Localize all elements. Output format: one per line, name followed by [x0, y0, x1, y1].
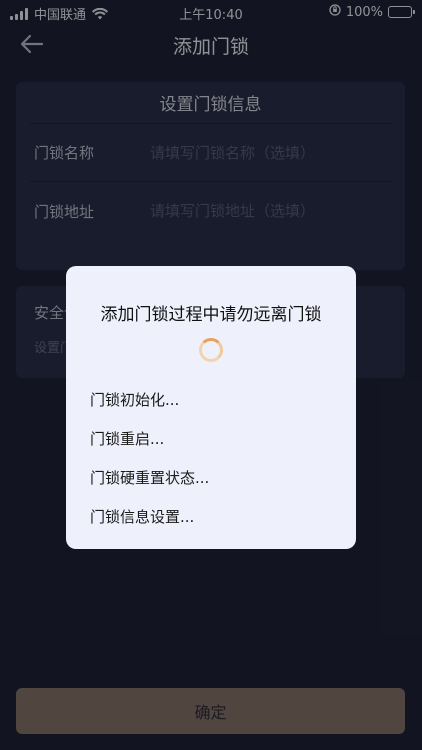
loading-spinner-icon: [199, 338, 223, 362]
step-hard-reset: 门锁硬重置状态...: [90, 469, 210, 487]
progress-steps: 门锁初始化... 门锁重启... 门锁硬重置状态... 门锁信息设置...: [90, 380, 209, 536]
dialog-title: 添加门锁过程中请勿远离门锁: [100, 305, 322, 325]
step-info-setup: 门锁信息设置...: [90, 508, 195, 526]
step-restart: 门锁重启...: [90, 430, 165, 448]
step-init: 门锁初始化...: [90, 391, 180, 409]
progress-dialog: 添加门锁过程中请勿远离门锁 门锁初始化... 门锁重启... 门锁硬重置状态..…: [66, 266, 356, 549]
